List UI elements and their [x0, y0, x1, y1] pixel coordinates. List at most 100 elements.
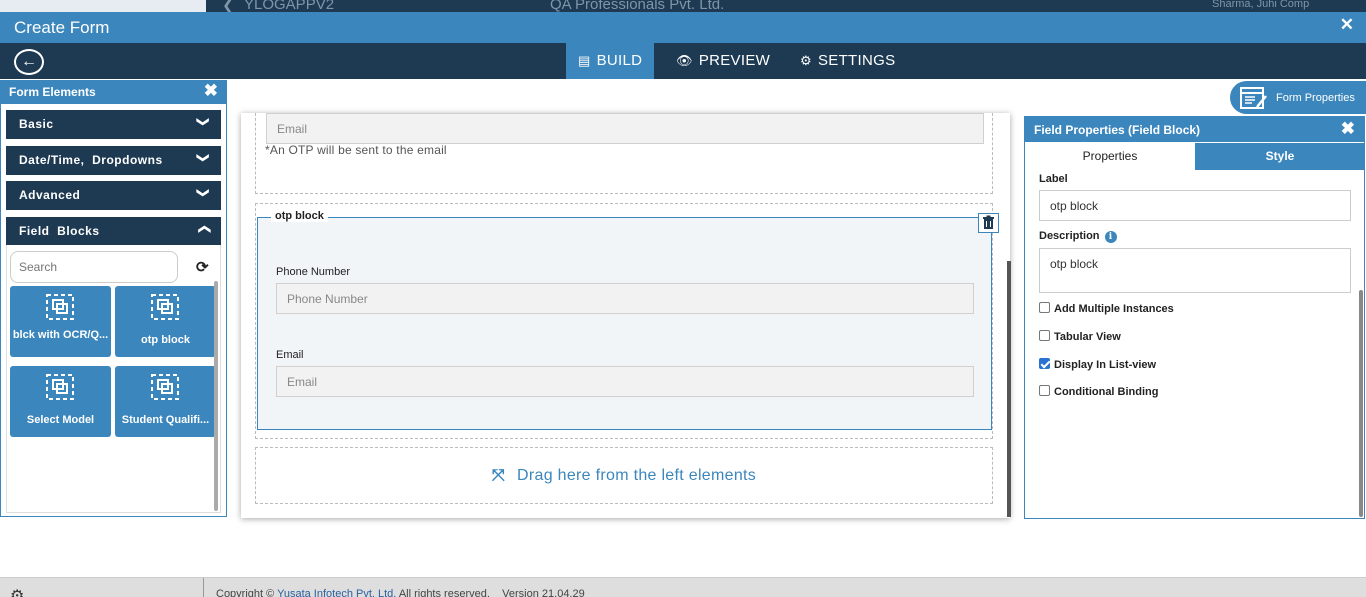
add-multiple-instances-label: Add Multiple Instances	[1054, 303, 1174, 315]
trash-icon[interactable]	[978, 213, 999, 233]
section-advanced-label: Advanced	[19, 188, 81, 202]
right-panel-scrollbar[interactable]	[1359, 290, 1363, 517]
phone-number-input[interactable]: Phone Number	[276, 283, 974, 314]
background-user-name: Sharma, Juhi Comp	[1212, 0, 1310, 10]
previous-field-block: Email *An OTP will be sent to the email	[255, 113, 993, 194]
rights-text: All rights reserved.	[398, 588, 490, 597]
field-properties-panel: Field Properties (Field Block) ✖ Propert…	[1024, 116, 1365, 519]
tabular-view-checkbox[interactable]	[1039, 330, 1050, 341]
tab-preview[interactable]: 👁 PREVIEW	[664, 43, 782, 79]
close-panel-icon[interactable]: ✖	[1341, 119, 1355, 139]
conditional-binding-row[interactable]: Conditional Binding	[1039, 385, 1158, 398]
background-logo-area	[0, 0, 206, 12]
refresh-icon[interactable]: ⟳	[196, 258, 209, 276]
field-properties-header: Field Properties (Field Block) ✖	[1025, 117, 1364, 142]
otp-field-block[interactable]: Phone Number Phone Number Email Email	[257, 217, 992, 430]
info-icon[interactable]: i	[1104, 231, 1117, 243]
conditional-binding-label: Conditional Binding	[1054, 386, 1159, 398]
version-label: Version	[502, 588, 539, 597]
footer: ⚙ Copyright © Yusata Infotech Pvt. Ltd. …	[0, 577, 1366, 597]
builder-nav-bar: ← ▤ BUILD 👁 PREVIEW ⚙ SETTINGS	[0, 43, 1366, 79]
block-icon	[151, 294, 179, 320]
background-back-arrow: ❮	[222, 0, 235, 12]
section-field-blocks[interactable]: Field Blocks ❯	[6, 217, 221, 246]
tab-settings[interactable]: ⚙ SETTINGS	[788, 43, 907, 79]
display-in-list-view-checkbox[interactable]	[1039, 358, 1050, 369]
tile-label: Student Qualifi...	[121, 414, 210, 426]
canvas-scrollbar[interactable]	[1007, 261, 1011, 517]
close-panel-icon[interactable]: ✖	[204, 81, 218, 101]
chevron-down-icon: ❯	[196, 116, 211, 128]
form-elements-title: Form Elements	[9, 85, 96, 99]
description-caption-row: Description i	[1039, 230, 1117, 243]
close-icon[interactable]: ✕	[1340, 15, 1354, 35]
tile-label: blck with OCR/Q...	[12, 329, 109, 341]
modal-title-bar: Create Form ✕	[0, 12, 1366, 43]
drop-zone[interactable]: ⤧ Drag here from the left elements	[255, 447, 993, 504]
footer-text: Copyright © Yusata Infotech Pvt. Ltd. Al…	[216, 588, 585, 597]
build-icon: ▤	[578, 53, 591, 68]
left-panel-scrollbar[interactable]	[214, 281, 218, 511]
section-datetime-label: Date/Time, Dropdowns	[19, 153, 163, 167]
tile-label: Select Model	[26, 414, 95, 426]
tile-label: otp block	[141, 334, 190, 346]
description-textarea[interactable]: otp block	[1039, 248, 1351, 293]
add-multiple-instances-row[interactable]: Add Multiple Instances	[1039, 302, 1174, 315]
tile-student-qualification[interactable]: Student Qualifi...	[115, 366, 216, 437]
label-caption: Label	[1039, 173, 1068, 185]
display-in-list-view-row[interactable]: Display In List-view	[1039, 358, 1156, 371]
tab-style[interactable]: Style	[1195, 143, 1365, 170]
field-properties-title: Field Properties (Field Block)	[1034, 123, 1201, 137]
otp-block-legend: otp block	[271, 210, 328, 222]
section-basic-label: Basic	[19, 117, 54, 131]
block-icon	[151, 374, 179, 400]
tile-otp-block[interactable]: otp block	[115, 286, 216, 357]
form-elements-header: Form Elements ✖	[1, 81, 226, 104]
description-caption: Description	[1039, 230, 1100, 242]
label-input[interactable]: otp block	[1039, 190, 1351, 221]
block-icon	[46, 374, 74, 400]
tab-build[interactable]: ▤ BUILD	[566, 43, 655, 79]
otp-note-text: *An OTP will be sent to the email	[265, 143, 447, 157]
section-field-blocks-label: Field Blocks	[19, 224, 100, 238]
section-advanced[interactable]: Advanced ❯	[6, 181, 221, 210]
eye-icon: 👁	[676, 53, 693, 68]
background-company-name: QA Professionals Pvt. Ltd.	[550, 0, 725, 12]
drop-zone-text: Drag here from the left elements	[517, 467, 757, 484]
form-edit-icon	[1240, 87, 1267, 109]
email-input-top[interactable]: Email	[266, 113, 984, 144]
copyright-text: Copyright ©	[216, 588, 275, 597]
tabular-view-label: Tabular View	[1054, 331, 1121, 343]
expand-arrows-icon: ⤧	[491, 467, 506, 484]
phone-number-label: Phone Number	[276, 266, 350, 278]
section-datetime-dropdowns[interactable]: Date/Time, Dropdowns ❯	[6, 146, 221, 175]
company-link[interactable]: Yusata Infotech Pvt. Ltd.	[277, 588, 396, 597]
footer-divider	[203, 578, 204, 597]
background-app-header: ❮ YLOGAPPV2 QA Professionals Pvt. Ltd. S…	[0, 0, 1366, 12]
gear-icon[interactable]: ⚙	[10, 586, 24, 597]
form-elements-panel: Form Elements ✖ Basic ❯ Date/Time, Dropd…	[0, 80, 227, 517]
conditional-binding-checkbox[interactable]	[1039, 385, 1050, 396]
chevron-up-icon: ❯	[196, 223, 211, 235]
email-input[interactable]: Email	[276, 366, 974, 397]
section-basic[interactable]: Basic ❯	[6, 110, 221, 139]
form-properties-button[interactable]: Form Properties	[1230, 81, 1366, 114]
search-input[interactable]	[10, 251, 178, 283]
add-multiple-instances-checkbox[interactable]	[1039, 302, 1050, 313]
tabular-view-row[interactable]: Tabular View	[1039, 330, 1121, 343]
display-in-list-view-label: Display In List-view	[1054, 359, 1157, 371]
back-arrow-button[interactable]: ←	[14, 49, 44, 75]
gear-icon: ⚙	[800, 53, 812, 68]
tile-blck-with-ocr[interactable]: blck with OCR/Q...	[10, 286, 111, 357]
tile-select-model[interactable]: Select Model	[10, 366, 111, 437]
form-properties-label: Form Properties	[1276, 92, 1355, 104]
background-app-name: YLOGAPPV2	[244, 0, 335, 12]
tab-preview-label: PREVIEW	[698, 52, 771, 69]
modal-title: Create Form	[14, 18, 110, 37]
tab-settings-label: SETTINGS	[817, 52, 896, 69]
chevron-down-icon: ❯	[196, 187, 211, 199]
form-canvas: Email *An OTP will be sent to the email …	[241, 113, 1010, 518]
tab-properties[interactable]: Properties	[1026, 143, 1194, 170]
email-label: Email	[276, 349, 304, 361]
block-icon	[46, 294, 74, 320]
